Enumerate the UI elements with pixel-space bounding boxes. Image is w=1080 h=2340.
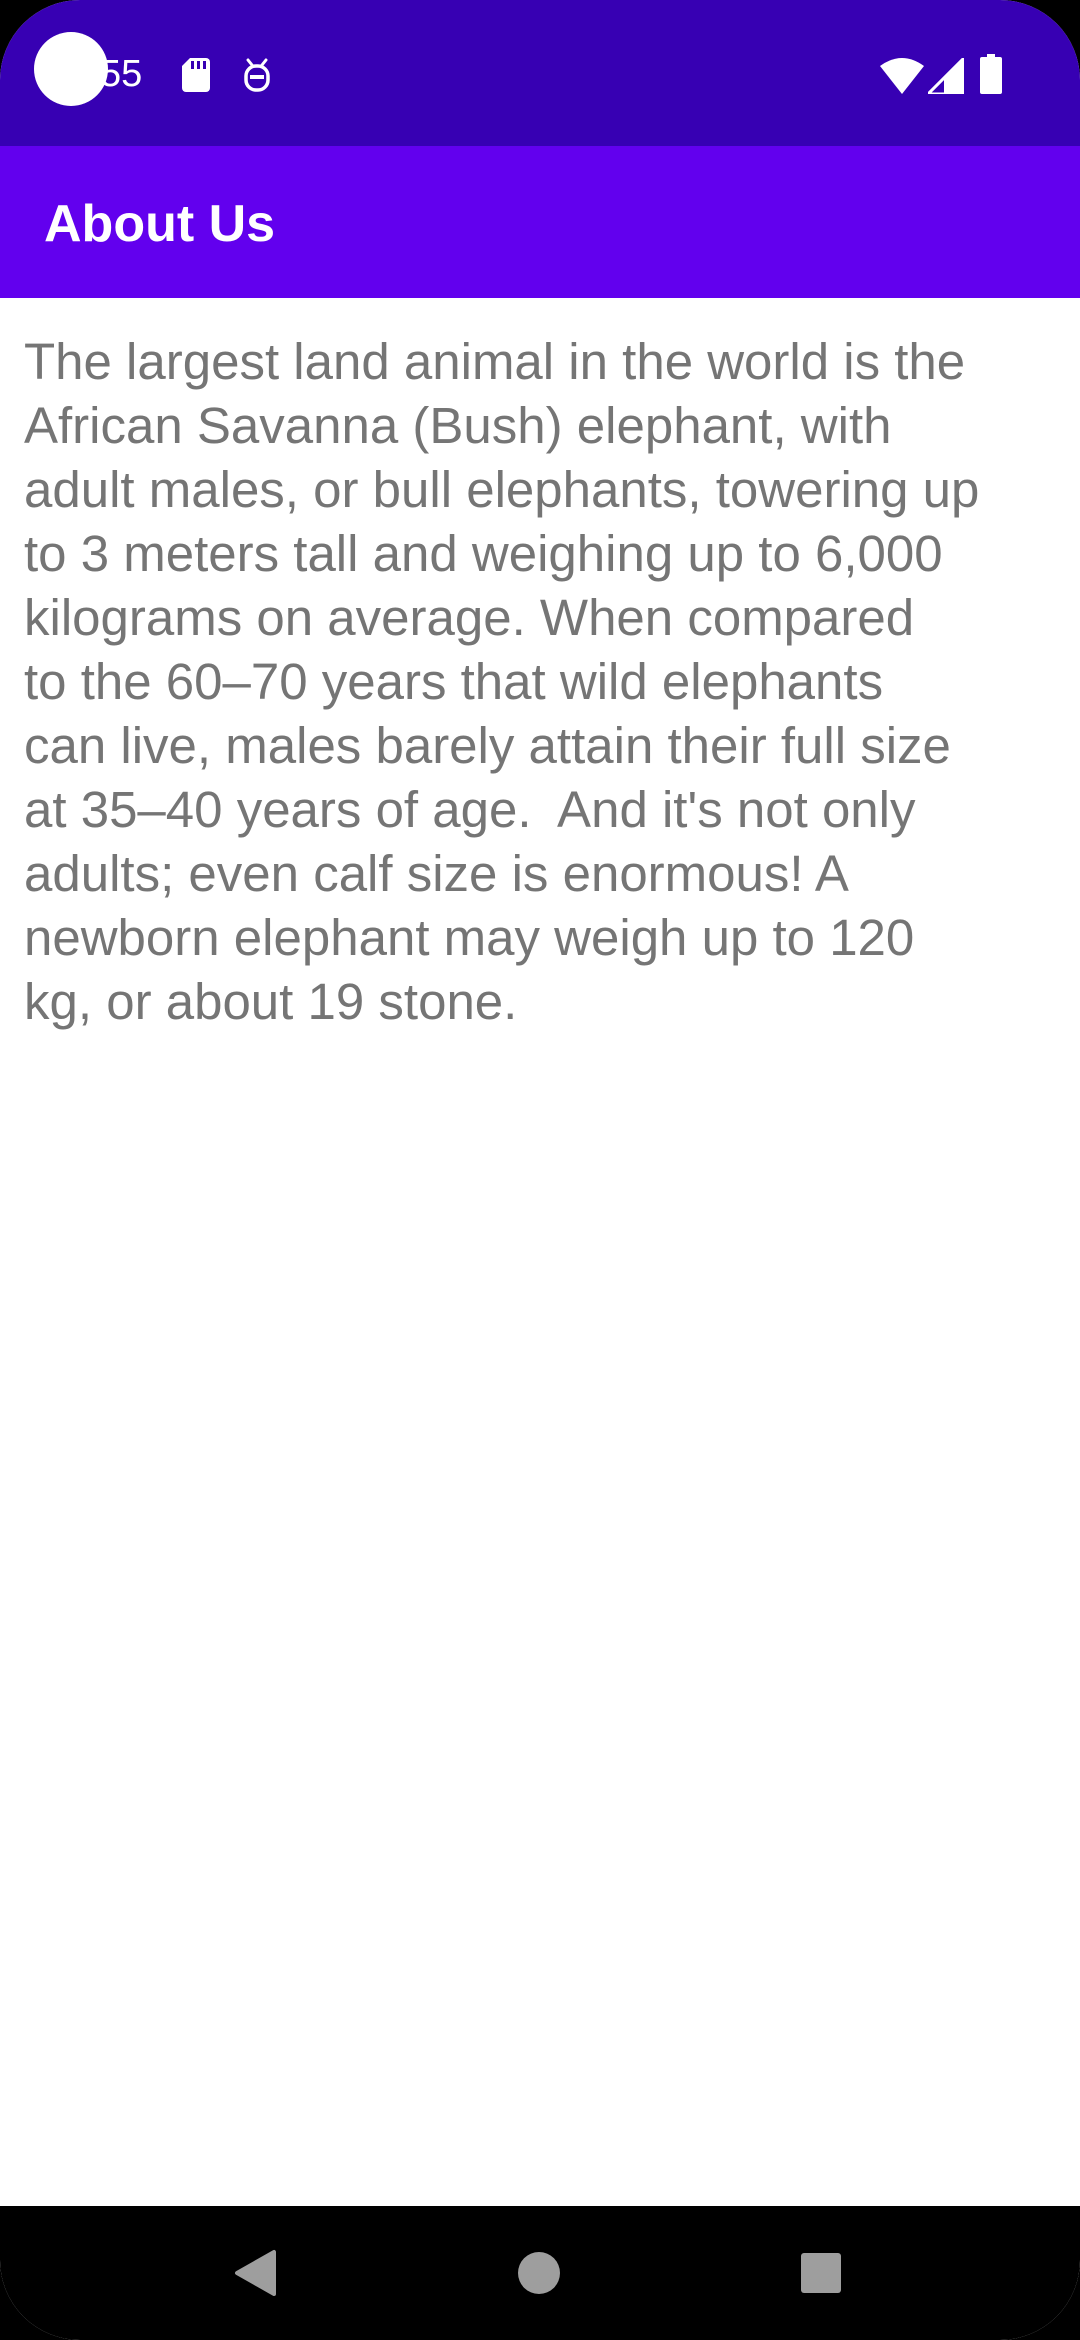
app-bar: About Us: [0, 146, 1080, 298]
content-area: The largest land animal in the world is …: [24, 330, 1060, 1034]
back-icon[interactable]: [212, 2228, 302, 2318]
status-bar: 55: [0, 0, 1080, 146]
battery-icon: [980, 54, 1002, 94]
phone-screen: 55 About Us The largest land animal in t…: [0, 0, 1080, 2340]
status-time: 55: [100, 53, 143, 95]
recents-icon[interactable]: [776, 2228, 866, 2318]
debug-icon: [244, 58, 270, 92]
about-description: The largest land animal in the world is …: [24, 333, 980, 1030]
cell-signal-icon: [928, 58, 964, 94]
home-icon[interactable]: [494, 2228, 584, 2318]
navigation-bar: [0, 2206, 1080, 2340]
page-title: About Us: [44, 195, 276, 253]
wifi-icon: [880, 58, 924, 94]
camera-cutout: [34, 32, 108, 106]
sd-card-icon: [182, 58, 210, 92]
